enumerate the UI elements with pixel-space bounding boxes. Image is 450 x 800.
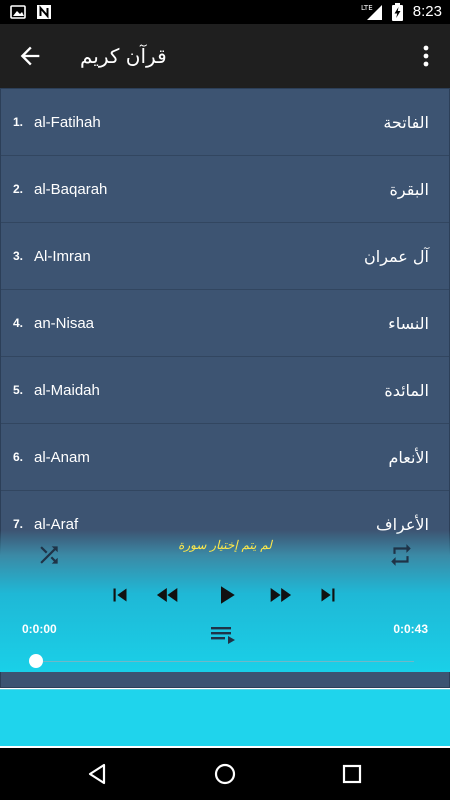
surah-arabic-name: الفاتحة [383, 113, 429, 132]
skip-next-icon[interactable] [314, 578, 342, 612]
player-status-text: لم يتم إختيار سورة [178, 538, 272, 552]
surah-number: 4. [13, 316, 24, 330]
seek-bar-thumb[interactable] [29, 654, 43, 668]
list-item[interactable]: 3. Al-Imran آل عمران [1, 223, 449, 290]
app-bar: قرآن كريم [0, 24, 450, 88]
list-item[interactable]: 4. an-Nisaa النساء [1, 290, 449, 357]
battery-charging-icon [390, 0, 404, 24]
play-icon[interactable] [210, 578, 242, 612]
surah-arabic-name: المائدة [384, 381, 429, 400]
surah-arabic-name: آل عمران [364, 247, 429, 266]
svg-text:LTE: LTE [361, 4, 373, 12]
recents-square-icon[interactable] [338, 760, 366, 788]
playback-controls [0, 578, 450, 612]
surah-latin-name: al-Maidah [34, 382, 100, 399]
surah-number: 1. [13, 115, 24, 129]
nfc-n-icon [34, 0, 54, 24]
back-triangle-icon[interactable] [84, 760, 112, 788]
navigation-bar [0, 748, 450, 800]
seek-bar-track[interactable] [36, 661, 414, 662]
total-time: 0:0:43 [393, 622, 428, 636]
repeat-icon[interactable] [388, 542, 414, 568]
clock-time: 8:23 [412, 3, 442, 20]
surah-latin-name: Al-Imran [34, 248, 91, 265]
lte-signal-icon: LTE [360, 0, 384, 24]
bottom-panel [0, 689, 450, 746]
list-item[interactable]: 6. al-Anam الأنعام [1, 424, 449, 491]
surah-number: 6. [13, 450, 24, 464]
list-item[interactable]: 5. al-Maidah المائدة [1, 357, 449, 424]
surah-number: 5. [13, 383, 24, 397]
image-icon [8, 0, 28, 24]
surah-latin-name: al-Fatihah [34, 114, 101, 131]
surah-arabic-name: الأنعام [388, 448, 429, 467]
surah-latin-name: an-Nisaa [34, 315, 95, 332]
list-item[interactable]: 2. al-Baqarah البقرة [1, 156, 449, 223]
more-vert-icon[interactable] [414, 42, 438, 70]
surah-arabic-name: البقرة [389, 180, 429, 199]
surah-number: 2. [13, 182, 24, 196]
elapsed-time: 0:0:00 [22, 622, 57, 636]
surah-number: 3. [13, 249, 24, 263]
page-title: قرآن كريم [80, 44, 167, 68]
surah-latin-name: al-Baqarah [34, 181, 108, 198]
queue-music-icon[interactable] [210, 624, 238, 646]
list-item[interactable]: 1. al-Fatihah الفاتحة [1, 89, 449, 156]
rewind-icon[interactable] [150, 578, 186, 612]
surah-arabic-name: النساء [388, 314, 429, 333]
skip-previous-icon[interactable] [106, 578, 134, 612]
home-circle-icon[interactable] [211, 760, 239, 788]
audio-player: لم يتم إختيار سورة 0:0:00 0:0:43 [0, 530, 450, 672]
arrow-back-icon[interactable] [16, 42, 44, 70]
fast-forward-icon[interactable] [262, 578, 298, 612]
status-bar: LTE 8:23 [0, 0, 450, 24]
surah-latin-name: al-Anam [34, 449, 90, 466]
